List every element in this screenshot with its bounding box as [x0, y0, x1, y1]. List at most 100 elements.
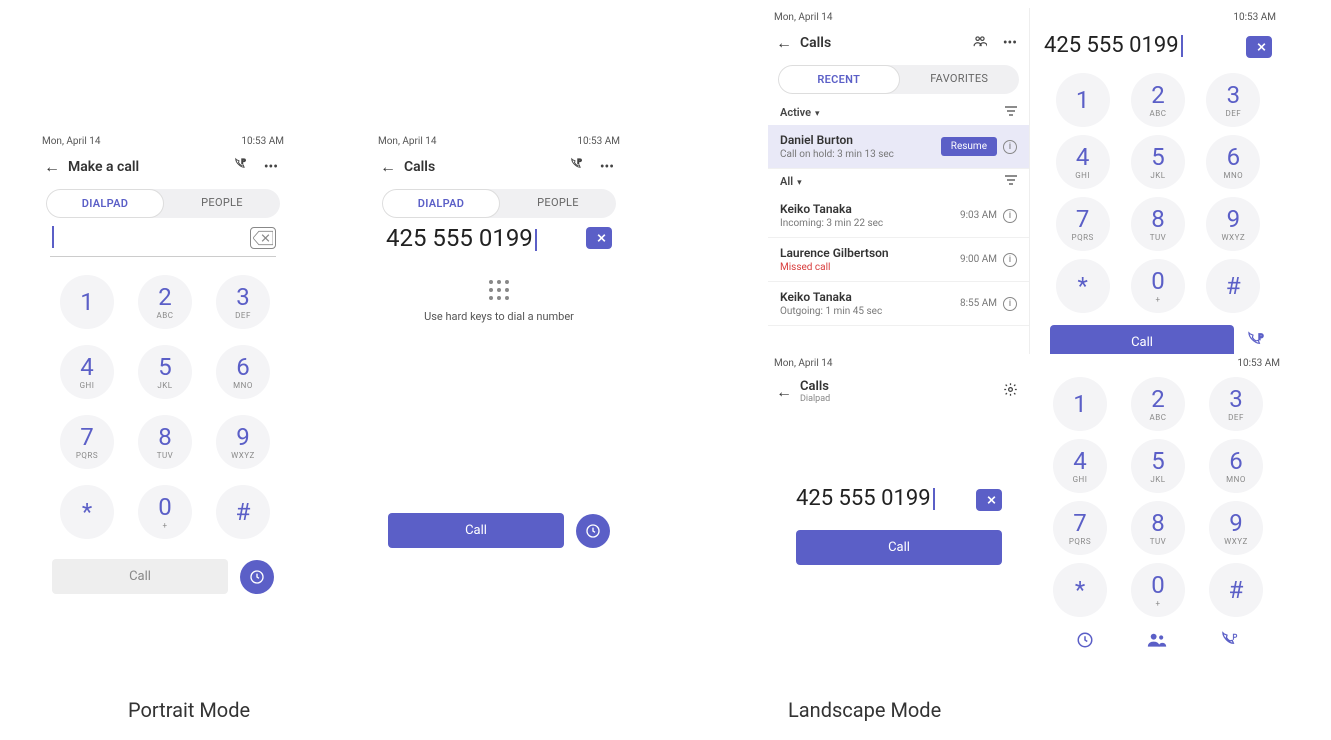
- tab-dialpad[interactable]: DIALPAD: [46, 189, 164, 218]
- history-button[interactable]: [576, 514, 610, 548]
- back-button[interactable]: ←: [776, 382, 792, 402]
- dial-key-0[interactable]: 0+: [1131, 563, 1185, 617]
- status-bar: Mon, April 14 10:53 AM: [36, 132, 290, 151]
- dial-key-3[interactable]: 3DEF: [1209, 377, 1263, 431]
- dial-key-#[interactable]: #: [216, 485, 270, 539]
- call-park-icon[interactable]: P: [228, 157, 252, 177]
- backspace-button[interactable]: [250, 227, 276, 249]
- filter-icon[interactable]: [1005, 175, 1017, 188]
- dial-key-*[interactable]: *: [1056, 259, 1110, 313]
- call-park-icon[interactable]: P: [564, 157, 588, 177]
- call-list-item[interactable]: Laurence GilbertsonMissed call9:00 AMi: [768, 238, 1029, 282]
- dial-key-*[interactable]: *: [60, 485, 114, 539]
- dial-key-6[interactable]: 6MNO: [216, 345, 270, 399]
- dial-key-8[interactable]: 8TUV: [1131, 501, 1185, 555]
- info-icon[interactable]: i: [1003, 140, 1017, 154]
- call-button[interactable]: Call: [52, 559, 228, 594]
- call-button[interactable]: Call: [796, 530, 1002, 565]
- dial-key-7[interactable]: 7PQRS: [1056, 197, 1110, 251]
- dial-key-8[interactable]: 8TUV: [1131, 197, 1185, 251]
- back-button[interactable]: ←: [44, 157, 60, 177]
- page-title: Make a call: [68, 159, 220, 175]
- call-button[interactable]: Call: [388, 513, 564, 548]
- dial-key-9[interactable]: 9WXYZ: [1206, 197, 1260, 251]
- backspace-button[interactable]: [976, 489, 1002, 511]
- dial-key-3[interactable]: 3DEF: [216, 275, 270, 329]
- page-title: Calls: [800, 379, 991, 394]
- dial-key-*[interactable]: *: [1053, 563, 1107, 617]
- dial-key-9[interactable]: 9WXYZ: [216, 415, 270, 469]
- back-button[interactable]: ←: [380, 157, 396, 177]
- dial-key-#[interactable]: #: [1209, 563, 1263, 617]
- number-input[interactable]: [50, 224, 242, 252]
- info-icon[interactable]: i: [1003, 297, 1017, 311]
- back-button[interactable]: ←: [776, 33, 792, 53]
- dial-key-1[interactable]: 1: [60, 275, 114, 329]
- call-sub: Call on hold: 3 min 13 sec: [780, 149, 894, 160]
- tab-people[interactable]: PEOPLE: [164, 189, 280, 218]
- number-input[interactable]: 425 555 0199: [796, 486, 968, 514]
- more-icon[interactable]: •••: [596, 159, 618, 175]
- tab-favorites[interactable]: FAVORITES: [900, 65, 1020, 94]
- dial-key-1[interactable]: 1: [1053, 377, 1107, 431]
- call-park-icon[interactable]: P: [1246, 331, 1266, 355]
- dial-key-6[interactable]: 6MNO: [1206, 135, 1260, 189]
- number-input[interactable]: 425 555 0199: [1044, 33, 1238, 61]
- call-list: Keiko TanakaIncoming: 3 min 22 sec9:03 A…: [768, 194, 1029, 326]
- dial-key-8[interactable]: 8TUV: [138, 415, 192, 469]
- active-filter[interactable]: Active▾: [780, 106, 820, 119]
- dial-hint: Use hard keys to dial a number: [424, 310, 574, 323]
- dial-key-5[interactable]: 5JKL: [1131, 135, 1185, 189]
- dial-key-4[interactable]: 4GHI: [1053, 439, 1107, 493]
- history-icon[interactable]: [1076, 631, 1094, 656]
- call-park-icon[interactable]: P: [1220, 631, 1240, 656]
- dial-key-5[interactable]: 5JKL: [138, 345, 192, 399]
- dial-key-0[interactable]: 0+: [138, 485, 192, 539]
- call-list-item[interactable]: Keiko TanakaOutgoing: 1 min 45 sec8:55 A…: [768, 282, 1029, 326]
- dial-key-#[interactable]: #: [1206, 259, 1260, 313]
- filter-icon[interactable]: [1005, 106, 1017, 119]
- dial-key-4[interactable]: 4GHI: [1056, 135, 1110, 189]
- tab-recent[interactable]: RECENT: [778, 65, 900, 94]
- dial-key-9[interactable]: 9WXYZ: [1209, 501, 1263, 555]
- dial-key-7[interactable]: 7PQRS: [60, 415, 114, 469]
- settings-icon[interactable]: [999, 382, 1022, 401]
- more-icon[interactable]: •••: [260, 159, 282, 175]
- backspace-button[interactable]: [1246, 36, 1272, 58]
- dialpad: 1 2ABC 3DEF 4GHI 5JKL 6MNO 7PQRS 8TUV 9WXYZ * 0+ #: [36, 265, 290, 549]
- page-title: Calls: [800, 35, 961, 51]
- call-on-hold-item[interactable]: Daniel Burton Call on hold: 3 min 13 sec…: [768, 125, 1029, 169]
- dial-key-0[interactable]: 0+: [1131, 259, 1185, 313]
- call-list-item[interactable]: Keiko TanakaIncoming: 3 min 22 sec9:03 A…: [768, 194, 1029, 238]
- dial-key-7[interactable]: 7PQRS: [1053, 501, 1107, 555]
- history-button[interactable]: [240, 560, 274, 594]
- status-date: Mon, April 14: [42, 136, 101, 147]
- dial-key-3[interactable]: 3DEF: [1206, 73, 1260, 127]
- tab-people[interactable]: PEOPLE: [500, 189, 616, 218]
- info-icon[interactable]: i: [1003, 253, 1017, 267]
- info-icon[interactable]: i: [1003, 209, 1017, 223]
- dial-key-1[interactable]: 1: [1056, 73, 1110, 127]
- more-icon[interactable]: •••: [999, 35, 1021, 51]
- people-icon[interactable]: [1147, 631, 1167, 656]
- dialpad-icon: [489, 280, 509, 300]
- status-bar: Mon, April 14 10:53 AM: [372, 132, 626, 151]
- status-time: 10:53 AM: [1237, 358, 1280, 369]
- dial-key-4[interactable]: 4GHI: [60, 345, 114, 399]
- caption-landscape: Landscape Mode: [788, 698, 941, 722]
- number-input[interactable]: 425 555 0199: [386, 224, 578, 252]
- status-bar: Mon, April 14: [768, 354, 1030, 373]
- all-filter[interactable]: All▾: [780, 175, 802, 188]
- dial-key-2[interactable]: 2ABC: [1131, 377, 1185, 431]
- tab-dialpad[interactable]: DIALPAD: [382, 189, 500, 218]
- page-title: Calls: [404, 159, 556, 175]
- dial-key-5[interactable]: 5JKL: [1131, 439, 1185, 493]
- dial-key-2[interactable]: 2ABC: [138, 275, 192, 329]
- dial-key-2[interactable]: 2ABC: [1131, 73, 1185, 127]
- dial-key-6[interactable]: 6MNO: [1209, 439, 1263, 493]
- svg-text:P: P: [577, 158, 581, 166]
- resume-button[interactable]: Resume: [941, 137, 997, 156]
- backspace-button[interactable]: [586, 227, 612, 249]
- status-date: Mon, April 14: [774, 12, 833, 23]
- people-icon[interactable]: [969, 34, 991, 52]
